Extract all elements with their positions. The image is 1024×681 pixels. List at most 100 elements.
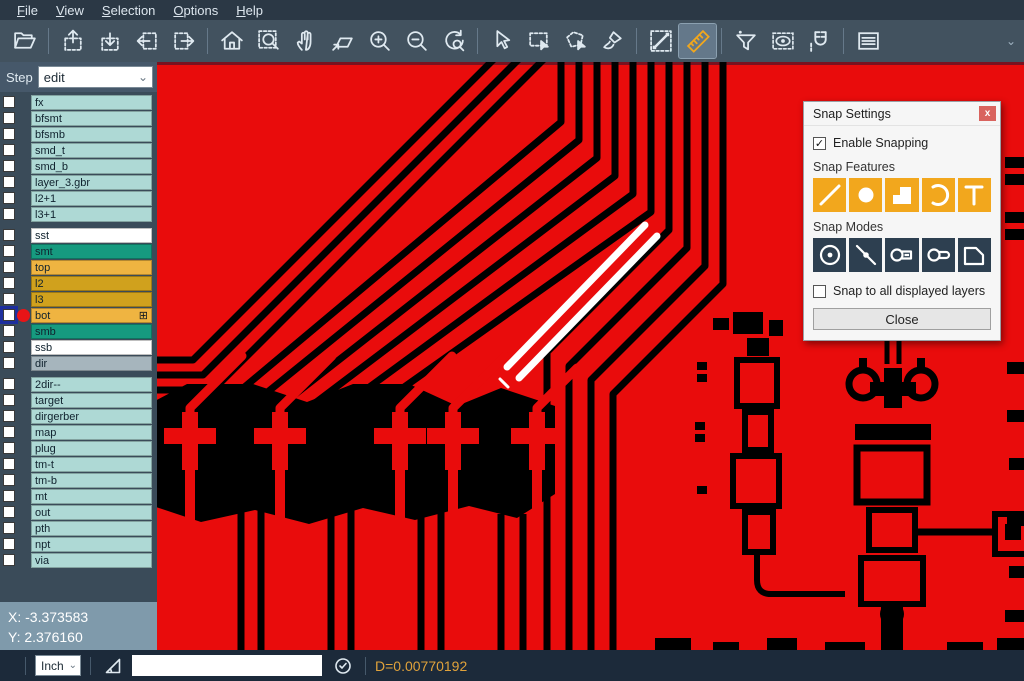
layer-name-cell[interactable]: bfsmb — [31, 127, 152, 142]
move-down-button[interactable] — [91, 24, 128, 58]
layer-row-plug[interactable]: plug — [0, 441, 157, 456]
layer-visibility-checkbox[interactable] — [3, 144, 15, 156]
layer-visibility-checkbox[interactable] — [3, 128, 15, 140]
layer-visibility-checkbox[interactable] — [3, 522, 15, 534]
menu-options[interactable]: Options — [164, 2, 227, 19]
layer-row-bfsmb[interactable]: bfsmb — [0, 127, 157, 142]
layer-row-bot[interactable]: bot⊞ — [0, 308, 157, 323]
snap-settings-button[interactable] — [801, 24, 838, 58]
layer-visibility-checkbox[interactable] — [3, 474, 15, 486]
layer-row-npt[interactable]: npt — [0, 537, 157, 552]
layer-name-cell[interactable]: dirgerber — [31, 409, 152, 424]
snap-all-layers-checkbox[interactable] — [813, 285, 826, 298]
grid-icon[interactable]: ⊞ — [139, 309, 148, 322]
layer-row-l2[interactable]: l2 — [0, 276, 157, 291]
layer-name-cell[interactable]: out — [31, 505, 152, 520]
layer-row-tm-b[interactable]: tm-b — [0, 473, 157, 488]
layer-row-top[interactable]: top — [0, 260, 157, 275]
layer-name-cell[interactable]: bot⊞ — [31, 308, 152, 323]
layer-visibility-checkbox[interactable] — [3, 112, 15, 124]
layer-name-cell[interactable]: plug — [31, 441, 152, 456]
layer-visibility-checkbox[interactable] — [3, 490, 15, 502]
sync-circle-icon[interactable] — [333, 656, 353, 676]
layer-visibility-checkbox[interactable] — [3, 293, 15, 305]
move-left-button[interactable] — [128, 24, 165, 58]
select-rectangle-button[interactable] — [520, 24, 557, 58]
snap-point-on-line-button[interactable] — [849, 238, 882, 272]
snap-arc-button[interactable] — [922, 178, 955, 212]
layer-visibility-checkbox[interactable] — [3, 458, 15, 470]
select-polygon-button[interactable] — [557, 24, 594, 58]
layer-visibility-checkbox[interactable] — [3, 208, 15, 220]
layer-name-cell[interactable]: smd_t — [31, 143, 152, 158]
layer-name-cell[interactable]: mt — [31, 489, 152, 504]
layer-name-cell[interactable]: fx — [31, 95, 152, 110]
layer-row-pth[interactable]: pth — [0, 521, 157, 536]
layer-name-cell[interactable]: ssb — [31, 340, 152, 355]
menu-file[interactable]: File — [8, 2, 47, 19]
layer-row-l3[interactable]: l3 — [0, 292, 157, 307]
layer-name-cell[interactable]: target — [31, 393, 152, 408]
layer-visibility-checkbox[interactable] — [3, 325, 15, 337]
layer-name-cell[interactable]: dir — [31, 356, 152, 371]
snap-center-button[interactable] — [813, 238, 846, 272]
layer-name-cell[interactable]: npt — [31, 537, 152, 552]
layer-name-cell[interactable]: via — [31, 553, 152, 568]
measure-value-input[interactable] — [132, 655, 322, 676]
layer-name-cell[interactable]: top — [31, 260, 152, 275]
layer-row-map[interactable]: map — [0, 425, 157, 440]
unit-select[interactable]: Inch ⌄ — [35, 655, 81, 676]
snap-pad-button[interactable] — [849, 178, 882, 212]
snap-surface-button[interactable] — [885, 178, 918, 212]
close-icon[interactable]: x — [979, 106, 996, 121]
menu-help[interactable]: Help — [227, 2, 272, 19]
layer-visibility-checkbox[interactable] — [3, 160, 15, 172]
layer-name-cell[interactable]: tm-t — [31, 457, 152, 472]
zoom-polygon-button[interactable] — [324, 24, 361, 58]
menu-selection[interactable]: Selection — [93, 2, 164, 19]
layer-visibility-checkbox[interactable] — [3, 341, 15, 353]
snap-pad-exit-button[interactable] — [922, 238, 955, 272]
layer-row-dir[interactable]: dir — [0, 356, 157, 371]
layer-row-sst[interactable]: sst — [0, 228, 157, 243]
layer-visibility-checkbox[interactable] — [3, 538, 15, 550]
layer-name-cell[interactable]: smd_b — [31, 159, 152, 174]
home-view-button[interactable] — [213, 24, 250, 58]
zoom-previous-button[interactable] — [435, 24, 472, 58]
move-right-button[interactable] — [165, 24, 202, 58]
layer-row-l3+1[interactable]: l3+1 — [0, 207, 157, 222]
layers-panel-button[interactable] — [849, 24, 886, 58]
layer-row-mt[interactable]: mt — [0, 489, 157, 504]
zoom-in-button[interactable] — [361, 24, 398, 58]
layer-visibility-checkbox[interactable] — [3, 394, 15, 406]
layer-visibility-checkbox[interactable] — [3, 261, 15, 273]
step-select[interactable]: edit ⌄ — [38, 66, 153, 88]
layer-name-cell[interactable]: smb — [31, 324, 152, 339]
measure-line-button[interactable] — [642, 24, 679, 58]
layer-visibility-checkbox[interactable] — [3, 357, 15, 369]
snap-pad-entry-button[interactable] — [885, 238, 918, 272]
snap-line-button[interactable] — [813, 178, 846, 212]
layer-visibility-checkbox[interactable] — [3, 176, 15, 188]
menu-view[interactable]: View — [47, 2, 93, 19]
layer-visibility-checkbox[interactable] — [3, 229, 15, 241]
toolbar-overflow-chevron[interactable]: ⌄ — [1006, 34, 1016, 48]
clear-selection-button[interactable] — [594, 24, 631, 58]
layer-row-ssb[interactable]: ssb — [0, 340, 157, 355]
layer-row-smd_t[interactable]: smd_t — [0, 143, 157, 158]
layer-visibility-checkbox[interactable] — [3, 378, 15, 390]
snap-text-button[interactable] — [958, 178, 991, 212]
dialog-title-bar[interactable]: Snap Settings x — [804, 102, 1000, 126]
layer-visibility-checkbox[interactable] — [3, 442, 15, 454]
layer-name-cell[interactable]: l3+1 — [31, 207, 152, 222]
layer-row-2dir--[interactable]: 2dir-- — [0, 377, 157, 392]
layer-name-cell[interactable]: sst — [31, 228, 152, 243]
layer-row-out[interactable]: out — [0, 505, 157, 520]
dialog-close-button[interactable]: Close — [813, 308, 991, 330]
enable-snapping-row[interactable]: ✓ Enable Snapping — [813, 134, 991, 152]
layer-name-cell[interactable]: tm-b — [31, 473, 152, 488]
layer-name-cell[interactable]: l3 — [31, 292, 152, 307]
layer-row-tm-t[interactable]: tm-t — [0, 457, 157, 472]
layer-name-cell[interactable]: layer_3.gbr — [31, 175, 152, 190]
layer-visibility-checkbox[interactable] — [3, 554, 15, 566]
